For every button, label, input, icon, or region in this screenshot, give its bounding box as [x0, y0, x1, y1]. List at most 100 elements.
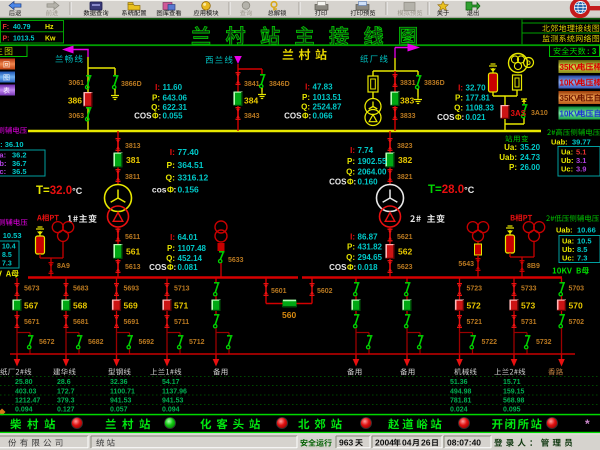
svg-text:5682: 5682	[88, 339, 104, 346]
svg-text:379.3: 379.3	[57, 398, 75, 405]
svg-text:COS: COS	[329, 263, 347, 272]
svg-text:8B9: 8B9	[527, 263, 540, 270]
svg-text:Ua:: Ua:	[504, 143, 517, 152]
svg-text:159.15: 159.15	[503, 389, 525, 396]
svg-text:1107.48: 1107.48	[178, 244, 207, 253]
svg-text:5692: 5692	[139, 339, 155, 346]
svg-text:562: 562	[398, 247, 412, 257]
svg-text:3846D: 3846D	[269, 81, 290, 88]
svg-text:5711: 5711	[174, 319, 189, 326]
svg-text:0.066: 0.066	[313, 112, 334, 121]
svg-text:5673: 5673	[24, 286, 40, 293]
svg-text:P:: P:	[509, 163, 517, 172]
svg-text:I:: I:	[155, 83, 160, 92]
svg-text:COS: COS	[149, 263, 167, 272]
svg-text:561: 561	[126, 247, 140, 257]
svg-text:35KV: 35KV	[560, 63, 581, 72]
svg-text:3866D: 3866D	[121, 81, 142, 88]
svg-text:64.01: 64.01	[178, 233, 199, 242]
svg-text:Uab:: Uab:	[556, 226, 573, 235]
svg-text:: 3: : 3	[587, 47, 597, 56]
svg-text:5733: 5733	[521, 286, 537, 293]
svg-text:781.81: 781.81	[450, 398, 472, 405]
svg-text:386: 386	[68, 96, 82, 106]
svg-text:77.40: 77.40	[178, 147, 200, 157]
svg-text:51.36: 51.36	[450, 379, 468, 386]
svg-text:1100.71: 1100.71	[110, 389, 135, 396]
svg-text::: :	[309, 112, 312, 121]
svg-text:T=32.0°C: T=32.0°C	[36, 185, 83, 197]
svg-text:P:: P:	[347, 243, 355, 252]
svg-text:941.53: 941.53	[110, 398, 132, 405]
svg-text:0.127: 0.127	[57, 407, 75, 414]
svg-text:364.51: 364.51	[178, 160, 204, 170]
svg-text:172.7: 172.7	[57, 389, 75, 396]
svg-text:Q:: Q:	[166, 254, 175, 263]
svg-text:1013.51: 1013.51	[313, 93, 342, 102]
svg-text:1108.33: 1108.33	[466, 104, 495, 113]
svg-text:0.094: 0.094	[162, 407, 180, 414]
svg-text:35.20: 35.20	[520, 143, 541, 152]
svg-text:P:: P:	[302, 93, 310, 102]
svg-text:Uc:: Uc:	[0, 167, 6, 176]
svg-text:I:: I:	[458, 84, 463, 93]
svg-text:7.3: 7.3	[2, 261, 12, 268]
svg-text::: :	[354, 263, 357, 272]
svg-text:452.14: 452.14	[178, 254, 203, 263]
svg-text:5611: 5611	[125, 234, 140, 241]
svg-text:Q:: Q:	[454, 104, 463, 113]
svg-text:P:: P:	[152, 94, 160, 103]
svg-text:5601: 5601	[271, 288, 287, 295]
svg-text:5681: 5681	[73, 319, 89, 326]
svg-text:COS: COS	[329, 178, 347, 187]
svg-text:5623: 5623	[397, 264, 413, 271]
svg-text:10.66: 10.66	[577, 226, 596, 235]
svg-text:567: 567	[24, 301, 38, 311]
svg-text:0.021: 0.021	[466, 113, 487, 122]
svg-text:5702: 5702	[569, 319, 585, 326]
svg-text:3061: 3061	[68, 80, 84, 87]
svg-text:1902.55: 1902.55	[358, 157, 387, 166]
svg-text:Q:: Q:	[166, 173, 176, 183]
svg-text:571: 571	[174, 301, 188, 311]
svg-text:Uab: 10.53: Uab: 10.53	[0, 231, 22, 240]
svg-text:25.80: 25.80	[15, 379, 33, 386]
svg-text:COS: COS	[437, 113, 455, 122]
svg-text::: :	[354, 178, 357, 187]
svg-text:431.82: 431.82	[358, 243, 383, 252]
svg-text:5683: 5683	[73, 286, 89, 293]
svg-text:384: 384	[244, 96, 258, 106]
svg-text:5672: 5672	[39, 339, 55, 346]
svg-text:D: D	[526, 60, 531, 67]
svg-text:I:: I:	[350, 233, 355, 242]
svg-text:10.4: 10.4	[2, 244, 16, 251]
svg-text:Uab:: Uab:	[551, 138, 568, 147]
svg-text::: :	[159, 112, 162, 121]
svg-text:b:: b:	[0, 252, 1, 259]
svg-text:963: 963	[339, 438, 353, 448]
svg-text:*: *	[585, 417, 590, 431]
svg-text:3063: 3063	[68, 113, 84, 120]
svg-text:26: 26	[421, 438, 431, 448]
svg-text:8.5: 8.5	[2, 252, 12, 259]
svg-text:28.6: 28.6	[57, 379, 71, 386]
svg-text:5703: 5703	[569, 286, 585, 293]
svg-text:Q:: Q:	[301, 103, 310, 112]
svg-text:26.00: 26.00	[520, 163, 541, 172]
svg-text:0.160: 0.160	[358, 178, 379, 187]
svg-text:5712: 5712	[189, 339, 205, 346]
svg-text:3AS: 3AS	[511, 109, 527, 118]
svg-text:5721: 5721	[467, 319, 483, 326]
svg-text:560: 560	[282, 310, 296, 320]
svg-text:5621: 5621	[397, 234, 413, 241]
svg-text:5602: 5602	[317, 288, 333, 295]
svg-text:3831: 3831	[400, 80, 416, 87]
svg-text:cos: cos	[152, 185, 167, 195]
svg-text::: :	[462, 113, 465, 122]
svg-text:0.057: 0.057	[110, 407, 128, 414]
svg-text:5713: 5713	[174, 286, 190, 293]
svg-text:381: 381	[126, 155, 140, 165]
svg-text:47.83: 47.83	[313, 83, 334, 92]
svg-text:2064.00: 2064.00	[358, 168, 387, 177]
svg-text:P:: P:	[167, 244, 175, 253]
